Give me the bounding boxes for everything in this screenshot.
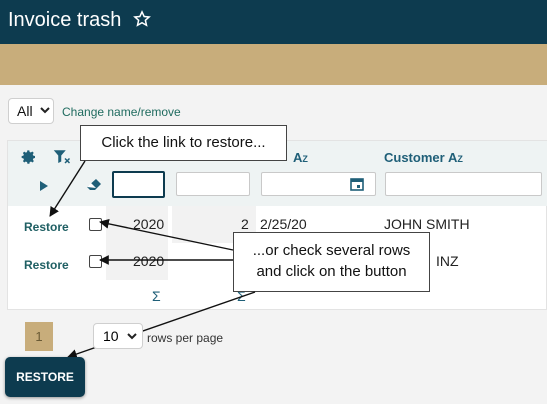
rows-per-page-label: rows per page xyxy=(147,331,224,345)
restore-button[interactable]: RESTORE xyxy=(5,357,85,397)
annotation-arrows xyxy=(49,160,256,359)
rows-per-page-select[interactable]: 10 xyxy=(93,323,143,349)
chevron-down-icon xyxy=(127,333,137,340)
page-button[interactable]: 1 xyxy=(25,322,53,351)
rows-per-page-value: 10 xyxy=(103,328,119,344)
